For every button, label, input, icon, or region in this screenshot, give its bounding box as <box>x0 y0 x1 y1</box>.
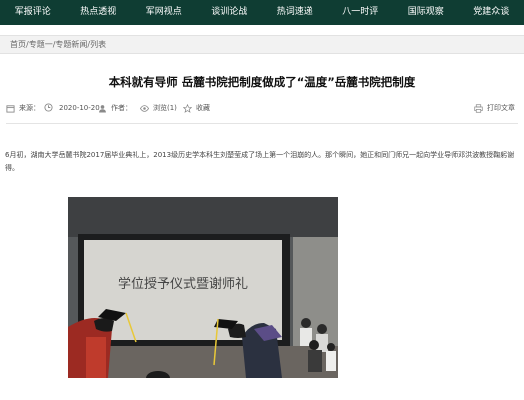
ceremony-photo-illustration: 学位授予仪式暨谢师礼 <box>68 197 338 378</box>
nav-item-bayi-review[interactable]: 八一时评 <box>328 0 394 25</box>
nav-item-hotwords[interactable]: 热词速递 <box>262 0 328 25</box>
meta-views: 浏览(1) <box>140 103 177 113</box>
star-icon <box>183 103 192 113</box>
favorite-button[interactable]: 收藏 <box>183 103 210 113</box>
meta-source: 来源： <box>6 103 40 113</box>
breadcrumb-text[interactable]: 首页/专题一/专题新闻/列表 <box>10 40 106 49</box>
print-button[interactable]: 打印文章 <box>474 103 515 113</box>
breadcrumb[interactable]: 首页/专题一/专题新闻/列表 <box>0 35 524 54</box>
nav-item-party-building[interactable]: 党建众谈 <box>459 0 524 25</box>
top-nav: 军报评论 热点透视 军网视点 谈训论战 热词速递 八一时评 国际观察 党建众谈 <box>0 0 524 25</box>
meta-views-value: 浏览(1) <box>153 104 177 112</box>
article-title: 本科就有导师 岳麓书院把制度做成了“温度”岳麓书院把制度 <box>108 75 416 89</box>
calendar-icon <box>6 104 15 113</box>
article-meta: 来源： 2020-10-20 作者： 浏览(1) 收藏 打印文章 <box>0 103 524 117</box>
user-icon <box>98 104 107 113</box>
clock-icon <box>44 103 53 112</box>
article-paragraph: 6月初，湖南大学岳麓书院2017届毕业典礼上，2013级历史学本科生刘楚莹成了场… <box>5 151 515 172</box>
eye-icon <box>140 104 149 113</box>
nav-item-viewpoint[interactable]: 军网视点 <box>131 0 197 25</box>
favorite-label[interactable]: 收藏 <box>196 103 210 113</box>
meta-date-value: 2020-10-20 <box>59 103 100 112</box>
meta-author-label: 作者： <box>111 104 132 112</box>
nav-item-international[interactable]: 国际观察 <box>393 0 459 25</box>
print-label[interactable]: 打印文章 <box>487 103 515 113</box>
meta-source-label: 来源： <box>19 104 40 112</box>
divider <box>6 123 518 124</box>
printer-icon <box>474 103 483 113</box>
meta-date: 2020-10-20 <box>44 103 100 112</box>
nav-item-commentary[interactable]: 军报评论 <box>0 0 66 25</box>
article-photo: 学位授予仪式暨谢师礼 <box>68 197 338 378</box>
nav-item-training[interactable]: 谈训论战 <box>197 0 263 25</box>
screen-caption: 学位授予仪式暨谢师礼 <box>118 276 248 292</box>
meta-author: 作者： <box>98 103 132 113</box>
nav-item-hotspot[interactable]: 热点透视 <box>66 0 132 25</box>
